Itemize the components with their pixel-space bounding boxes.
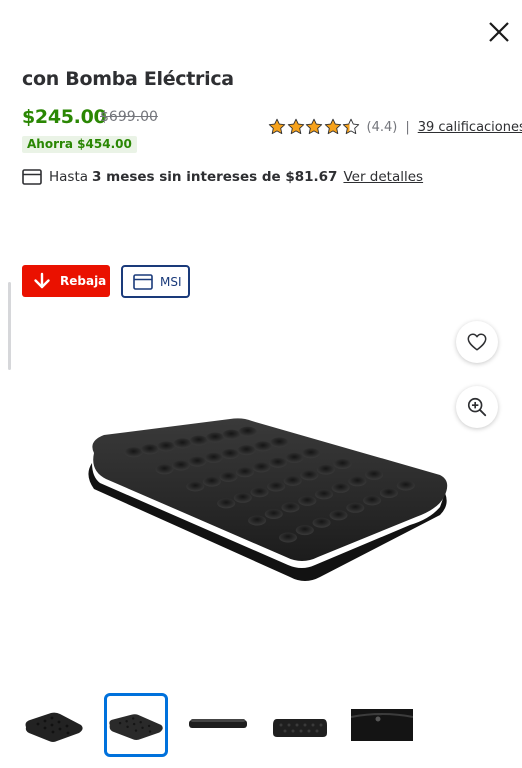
gallery-thumbnail[interactable] — [268, 693, 332, 757]
installments-offer: 3 meses sin intereses de $81.67 — [92, 169, 338, 185]
thumb-mattress-detail — [351, 709, 413, 741]
thumb-mattress-angle — [109, 714, 163, 740]
product-title: con Bomba Eléctrica — [22, 68, 234, 90]
thumb-mattress-top — [25, 712, 83, 742]
sale-badge-label: Rebaja — [60, 274, 107, 288]
gallery-thumbnails — [0, 690, 522, 760]
installments-info: Hasta 3 meses sin intereses de $81.67 Ve… — [22, 169, 423, 185]
scroll-indicator — [8, 282, 11, 370]
msi-badge-label: MSI — [160, 274, 182, 289]
star-icon — [287, 118, 304, 135]
gallery-thumbnail-selected[interactable] — [104, 693, 168, 757]
thumb-mattress-front — [273, 719, 327, 737]
zoom-button[interactable] — [456, 386, 498, 428]
rating-stars — [268, 118, 361, 136]
star-icon — [268, 118, 286, 135]
gallery-thumbnail[interactable] — [22, 693, 86, 757]
original-price: $699.00 — [100, 109, 158, 125]
credit-card-icon — [133, 273, 153, 290]
see-details-link[interactable]: Ver detalles — [343, 169, 423, 185]
msi-badge[interactable]: MSI — [121, 265, 190, 298]
close-button[interactable] — [484, 17, 514, 47]
rating-block: (4.4) | 39 calificaciones — [268, 118, 522, 136]
heart-icon — [467, 333, 487, 351]
sale-badge[interactable]: Rebaja — [22, 265, 110, 297]
thumb-mattress-side — [189, 719, 247, 728]
zoom-in-icon — [467, 397, 487, 417]
rating-value: (4.4) — [366, 119, 398, 135]
close-icon — [489, 22, 509, 42]
product-main-image — [88, 418, 448, 581]
rating-separator: | — [405, 119, 410, 135]
star-icon — [305, 118, 323, 135]
gallery-thumbnail[interactable] — [186, 693, 250, 757]
arrow-down-icon — [34, 272, 50, 289]
favorite-button[interactable] — [456, 321, 498, 363]
credit-card-icon — [22, 169, 42, 185]
reviews-link[interactable]: 39 calificaciones — [418, 120, 522, 135]
gallery-thumbnail[interactable] — [350, 693, 414, 757]
current-price: $245.00 — [22, 106, 107, 128]
installments-prefix: Hasta — [49, 169, 89, 185]
star-icon — [342, 118, 360, 135]
star-icon — [324, 118, 341, 135]
savings-badge: Ahorra $454.00 — [22, 136, 137, 153]
